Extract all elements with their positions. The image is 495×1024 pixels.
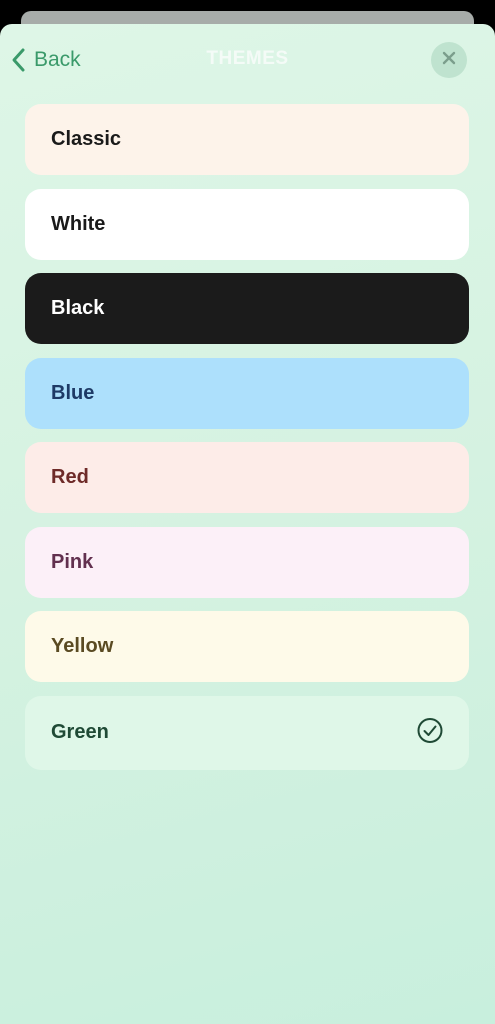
- theme-option-green[interactable]: Green: [25, 695, 469, 770]
- theme-option-pink[interactable]: Pink: [25, 526, 469, 598]
- theme-option-label: Red: [51, 466, 89, 488]
- theme-option-yellow[interactable]: Yellow: [25, 611, 469, 682]
- theme-option-blue[interactable]: Blue: [25, 357, 469, 429]
- nav-bar: Back THEMES: [0, 24, 495, 96]
- theme-option-label: White: [51, 212, 106, 235]
- themes-sheet: Back THEMES Classic White Black Blue Red Pink…: [0, 24, 495, 1024]
- theme-option-classic[interactable]: Classic: [25, 104, 469, 175]
- theme-option-label: Black: [51, 297, 105, 319]
- theme-option-black[interactable]: Black: [25, 273, 469, 344]
- theme-option-label: Yellow: [51, 635, 114, 657]
- close-icon: [441, 50, 457, 71]
- theme-option-label: Pink: [51, 550, 94, 573]
- theme-option-red[interactable]: Red: [25, 442, 469, 513]
- theme-option-label: Blue: [51, 381, 95, 404]
- close-button[interactable]: [431, 42, 467, 78]
- page-title: THEMES: [206, 48, 289, 69]
- theme-option-white[interactable]: White: [25, 188, 469, 260]
- theme-option-label: Classic: [51, 128, 122, 150]
- theme-list: Classic White Black Blue Red Pink Yellow Green: [25, 104, 469, 783]
- check-circle-icon: [417, 717, 443, 748]
- theme-option-label: Green: [51, 721, 109, 743]
